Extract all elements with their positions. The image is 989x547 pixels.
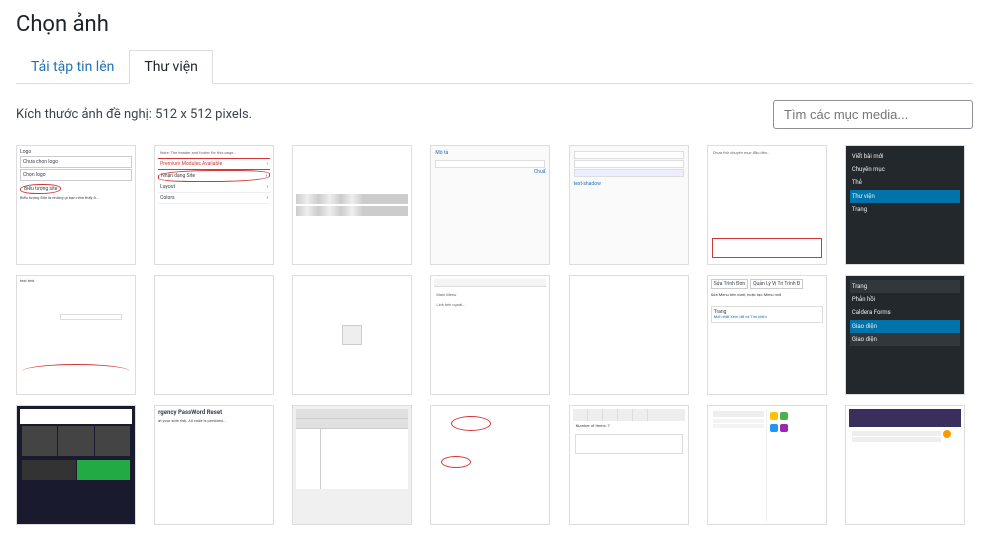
thumb-text: Nhận dạng Site› [158,170,270,182]
thumb-text: Trang [850,203,960,216]
media-grid: Logo Chưa chọn logo Chọn logo Biểu tượng… [0,145,989,541]
thumb-text: Thẻ [850,176,960,189]
toolbar: Kích thước ảnh đề nghị: 512 x 512 pixels… [0,84,989,145]
thumb-text: Viết bài mới [850,150,960,163]
thumb-text: Quản Lý Vị Trí Trình Đ [750,279,803,289]
media-item[interactable] [292,405,412,525]
media-item[interactable]: Note: The header and footer for this pag… [154,145,274,265]
media-item[interactable]: rgency PassWord Reset at your sole risk.… [154,405,274,525]
thumb-text: Trang [850,280,960,293]
thumb-text: Phản hồi [850,293,960,306]
media-item[interactable]: text text [16,275,136,395]
thumb-text: Biểu tượng site [20,184,61,194]
media-item[interactable] [154,275,274,395]
media-item[interactable]: Main MenuLink bên ngoài... [430,275,550,395]
thumb-text: Note: The header and footer for this pag… [158,149,270,158]
search-input[interactable] [773,100,973,129]
thumb-text: Mới nhất Xem tất cả Tìm kiếm [714,315,820,320]
media-item[interactable] [569,275,689,395]
media-item[interactable]: text-shadow [569,145,689,265]
thumb-text: Layout› [158,182,270,193]
media-item[interactable]: Trang Phản hồi Caldera Forms Giao diện G… [845,275,965,395]
thumb-text: Sửa Trình Đơn [711,279,748,289]
thumb-text: Mô tả [435,150,545,156]
media-tabs: Tải tập tin lên Thư viện [16,49,973,84]
media-item[interactable]: Number of Items: 7 [569,405,689,525]
thumb-text: Giao diện [850,320,960,333]
media-item[interactable]: Mô tả Chuẩ [430,145,550,265]
thumb-text: Chuẩ [435,169,545,175]
thumb-text: at your sole risk. All code is provided.… [158,419,270,424]
thumb-text: Biểu tượng Site là những gì bạn nhìn thấ… [20,196,132,201]
thumb-text: Thư viện [850,190,960,203]
media-item[interactable] [292,275,412,395]
media-item[interactable] [16,405,136,525]
tab-library[interactable]: Thư viện [129,50,213,84]
thumb-text: Colors› [158,193,270,204]
media-item[interactable]: Chưa thử chuyện mục đầu tiên... [707,145,827,265]
thumb-text: Chọn logo [20,169,132,181]
size-hint: Kích thước ảnh đề nghị: 512 x 512 pixels… [16,107,252,122]
thumb-text: Premium Modules Available› [158,158,270,170]
media-item[interactable]: Sửa Trình ĐơnQuản Lý Vị Trí Trình Đ Sửa … [707,275,827,395]
thumb-text: Giao diện [850,333,960,346]
thumb-text: Logo [20,149,132,155]
modal-title: Chọn ảnh [16,12,973,37]
media-item[interactable] [845,405,965,525]
thumb-text: rgency PassWord Reset [158,409,270,416]
thumb-text: Chưa chọn logo [20,156,132,168]
media-item[interactable] [430,405,550,525]
media-item[interactable]: Logo Chưa chọn logo Chọn logo Biểu tượng… [16,145,136,265]
tab-upload[interactable]: Tải tập tin lên [16,50,129,84]
media-item[interactable]: Viết bài mới Chuyên mục Thẻ Thư viện Tra… [845,145,965,265]
thumb-text: Chuyên mục [850,163,960,176]
thumb-text: Caldera Forms [850,306,960,319]
media-item[interactable] [292,145,412,265]
thumb-text: Sửa Menu bên dưới, hoặc tạo Menu mới [711,293,823,298]
media-item[interactable] [707,405,827,525]
